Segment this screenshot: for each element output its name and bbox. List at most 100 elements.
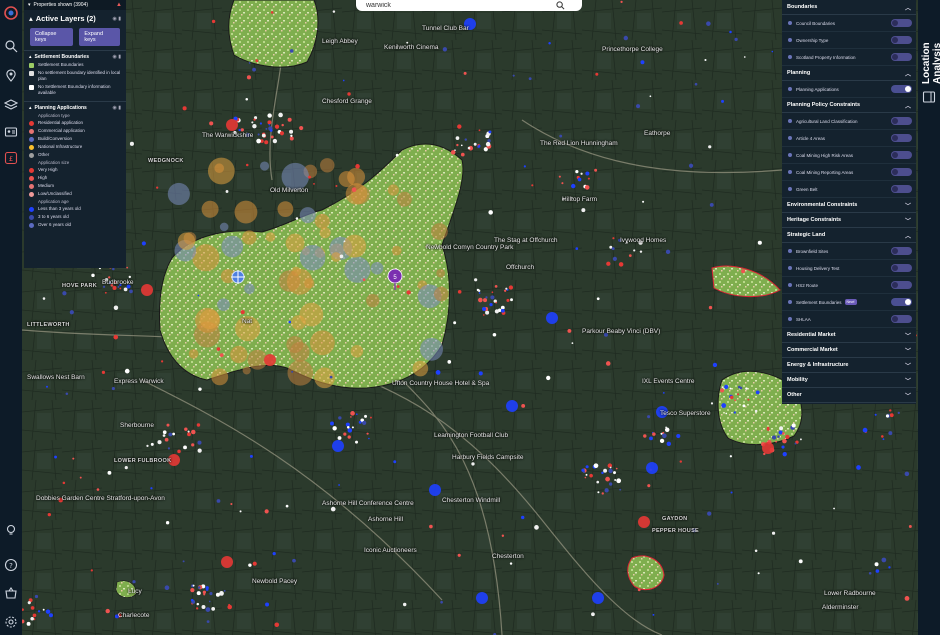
planning-application-dot[interactable] xyxy=(34,594,39,599)
planning-application-dot[interactable] xyxy=(694,82,698,86)
planning-application-dot[interactable] xyxy=(196,591,201,596)
planning-application-dot[interactable] xyxy=(362,420,367,426)
layer-toggle-row[interactable]: Article 4 Areas xyxy=(782,130,916,147)
planning-application-dot[interactable] xyxy=(580,172,583,175)
planning-application-dot[interactable] xyxy=(453,321,457,325)
planning-application-dot[interactable] xyxy=(716,582,719,585)
planning-application-dot[interactable] xyxy=(734,37,738,42)
planning-application-dot[interactable] xyxy=(477,289,481,292)
planning-application-dot[interactable] xyxy=(577,177,582,182)
planning-application-dot[interactable] xyxy=(561,182,564,185)
planning-application-dot[interactable] xyxy=(197,586,201,589)
planning-application-dot[interactable] xyxy=(558,175,561,178)
planning-application-dot[interactable] xyxy=(679,460,682,463)
layer-toggle-switch[interactable] xyxy=(891,247,912,255)
planning-application-dot[interactable] xyxy=(478,129,481,132)
planning-application-dot[interactable] xyxy=(113,305,119,310)
planning-application-dot[interactable] xyxy=(335,185,338,188)
planning-application-dot[interactable] xyxy=(737,393,740,396)
planning-application-dot[interactable] xyxy=(245,98,249,101)
basket-icon[interactable] xyxy=(3,585,19,601)
planning-application-dot[interactable] xyxy=(636,104,641,109)
planning-application-dot[interactable] xyxy=(581,208,586,213)
planning-application-dot[interactable] xyxy=(150,442,154,446)
search-icon[interactable] xyxy=(3,38,19,54)
planning-application-dot[interactable] xyxy=(346,425,350,429)
planning-application-dot[interactable] xyxy=(270,135,274,139)
planning-application-dot[interactable] xyxy=(295,217,299,220)
planning-application-dot[interactable] xyxy=(30,606,35,610)
panel-toggle-icon[interactable] xyxy=(922,90,936,104)
planning-application-dot[interactable] xyxy=(184,427,188,431)
planning-application-dot[interactable] xyxy=(223,589,226,592)
planning-application-dot[interactable] xyxy=(730,491,733,494)
planning-application-dot[interactable] xyxy=(771,50,774,53)
planning-application-dot[interactable] xyxy=(332,10,336,13)
planning-application-dot[interactable] xyxy=(474,278,478,282)
planning-application-dot[interactable] xyxy=(274,124,280,129)
planning-application-dot[interactable] xyxy=(585,171,590,176)
planning-application-dot[interactable] xyxy=(708,145,712,149)
lightbulb-icon[interactable] xyxy=(3,522,19,538)
planning-application-dot[interactable] xyxy=(473,142,477,146)
planning-application-dot[interactable] xyxy=(603,468,608,473)
planning-application-dot[interactable] xyxy=(265,602,270,607)
planning-application-dot[interactable] xyxy=(601,471,604,475)
chevron-down-icon[interactable]: ﹀ xyxy=(905,346,911,355)
planning-application-dot[interactable] xyxy=(868,571,872,575)
layer-toggle-switch[interactable] xyxy=(891,134,912,142)
planning-application-dot[interactable] xyxy=(679,21,683,25)
planning-application-dot[interactable] xyxy=(164,585,170,591)
planning-application-dot[interactable] xyxy=(162,430,167,435)
planning-application-dot[interactable] xyxy=(500,308,505,313)
planning-application-dot[interactable] xyxy=(771,435,777,440)
planning-application-dot[interactable] xyxy=(146,444,149,448)
layer-tools[interactable]: ◉ ▮ xyxy=(112,16,121,22)
planning-application-dot[interactable] xyxy=(161,360,164,363)
planning-application-dot[interactable] xyxy=(62,481,66,485)
planning-application-dot[interactable] xyxy=(292,558,296,563)
planning-application-dot[interactable] xyxy=(240,310,245,315)
planning-application-dot[interactable] xyxy=(593,463,599,469)
planning-application-dot[interactable] xyxy=(332,426,337,431)
planning-application-dot[interactable] xyxy=(347,435,351,439)
layer-section-header[interactable]: Energy & Infrastructure ﹀ xyxy=(782,358,916,373)
planning-application-marker[interactable] xyxy=(141,284,153,296)
layer-section-header[interactable]: Planning Policy Constraints ︿ xyxy=(782,98,916,113)
chevron-down-icon[interactable]: ﹀ xyxy=(905,201,911,210)
planning-application-dot[interactable] xyxy=(481,306,487,312)
planning-application-dot[interactable] xyxy=(287,117,292,122)
planning-application-marker[interactable] xyxy=(429,484,441,496)
planning-application-dot[interactable] xyxy=(585,473,588,476)
planning-application-dot[interactable] xyxy=(196,602,200,606)
planning-application-dot[interactable] xyxy=(478,144,481,148)
planning-application-dot[interactable] xyxy=(467,146,471,150)
layer-toggle-switch[interactable] xyxy=(891,281,912,289)
layers-icon[interactable] xyxy=(3,97,19,113)
layer-toggle-row[interactable]: Settlement Boundaries New! xyxy=(782,294,916,311)
planning-application-dot[interactable] xyxy=(230,502,233,506)
planning-application-dot[interactable] xyxy=(604,488,609,493)
pound-icon[interactable]: £ xyxy=(3,150,19,166)
planning-application-dot[interactable] xyxy=(339,254,344,259)
planning-application-dot[interactable] xyxy=(729,387,732,390)
planning-application-dot[interactable] xyxy=(889,409,892,412)
planning-application-dot[interactable] xyxy=(249,454,253,458)
planning-application-dot[interactable] xyxy=(156,186,159,189)
planning-application-dot[interactable] xyxy=(640,60,645,65)
planning-application-dot[interactable] xyxy=(167,447,171,450)
chevron-down-icon[interactable]: ﹀ xyxy=(905,361,911,370)
planning-application-dot[interactable] xyxy=(248,62,251,64)
planning-application-dot[interactable] xyxy=(342,79,345,82)
planning-application-dot[interactable] xyxy=(112,267,115,271)
planning-application-dot[interactable] xyxy=(709,202,714,207)
planning-application-dot[interactable] xyxy=(745,387,748,390)
planning-application-dot[interactable] xyxy=(65,392,69,396)
planning-application-marker[interactable] xyxy=(762,442,774,454)
planning-application-dot[interactable] xyxy=(96,488,100,491)
planning-application-dot[interactable] xyxy=(442,47,448,52)
planning-application-dot[interactable] xyxy=(239,510,242,513)
planning-application-dot[interactable] xyxy=(343,432,347,436)
layer-toggle-row[interactable]: Housing Delivery Test xyxy=(782,260,916,277)
planning-application-dot[interactable] xyxy=(281,123,284,127)
